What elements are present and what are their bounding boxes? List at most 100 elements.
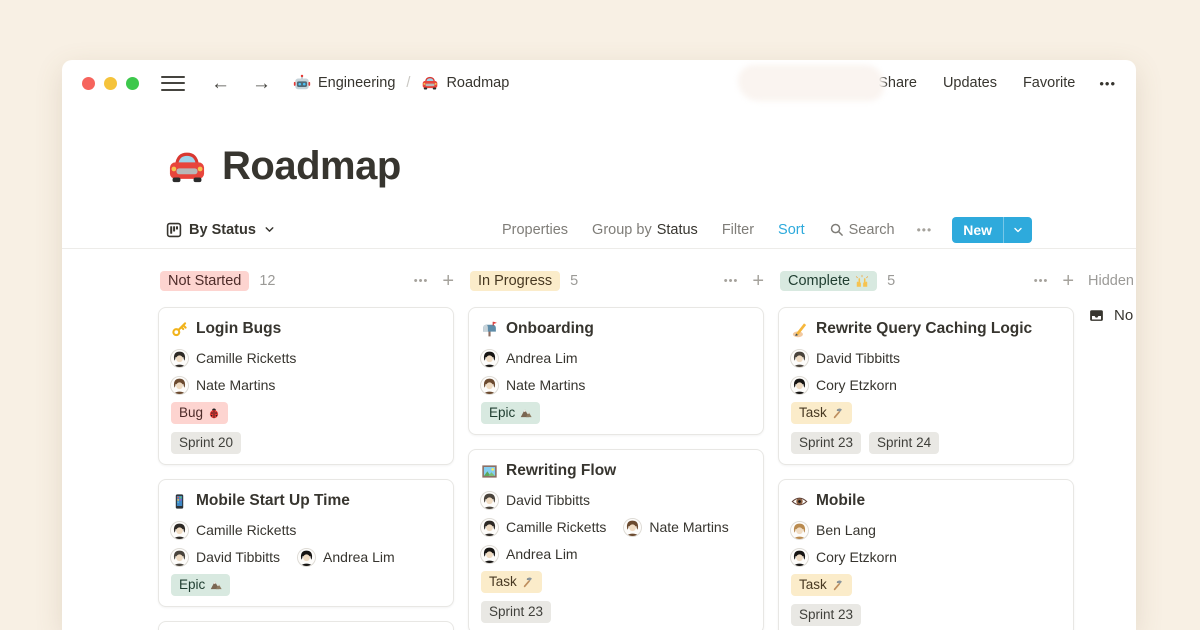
status-badge[interactable]: Complete bbox=[780, 271, 877, 291]
card-title: Mobile bbox=[816, 490, 865, 512]
card-mobile[interactable]: Mobile Ben Lang Cory Etzkorn Task Sprint… bbox=[778, 479, 1074, 630]
favorite-button[interactable]: Favorite bbox=[1023, 75, 1075, 91]
column-count: 12 bbox=[259, 273, 275, 289]
new-dropdown-button[interactable] bbox=[1004, 224, 1032, 236]
column-count: 5 bbox=[570, 273, 578, 289]
page-header: Roadmap bbox=[62, 106, 1136, 189]
breadcrumb-workspace[interactable]: Engineering bbox=[293, 74, 395, 92]
properties-button[interactable]: Properties bbox=[502, 222, 568, 238]
group-by-value: Status bbox=[657, 222, 698, 238]
status-badge[interactable]: In Progress bbox=[470, 271, 560, 291]
column-options-icon[interactable]: ••• bbox=[1034, 275, 1049, 287]
column-hidden: Hidden No bbox=[1088, 267, 1136, 324]
sidebar-menu-icon[interactable] bbox=[161, 76, 185, 91]
tag-bug: Bug bbox=[171, 402, 228, 424]
tag-task: Task bbox=[481, 571, 542, 593]
app-window: ← → Engineering / Roadmap Share Updates … bbox=[62, 60, 1136, 630]
kanban-board: Not Started 12 ••• + Login Bugs Camille … bbox=[62, 249, 1136, 630]
card-title: Onboarding bbox=[506, 318, 594, 340]
framed-picture-icon bbox=[481, 463, 498, 480]
search-icon bbox=[829, 222, 844, 237]
back-button[interactable]: ← bbox=[211, 74, 230, 93]
card-title: Rewrite Query Caching Logic bbox=[816, 318, 1032, 340]
window-controls bbox=[82, 77, 139, 90]
hidden-group-no-status[interactable]: No bbox=[1088, 307, 1136, 324]
person-name: Camille Ricketts bbox=[196, 521, 296, 539]
avatar bbox=[171, 522, 188, 539]
new-button[interactable]: New bbox=[952, 217, 1032, 243]
person-name: Camille Ricketts bbox=[196, 349, 296, 367]
avatar bbox=[481, 546, 498, 563]
breadcrumb-page[interactable]: Roadmap bbox=[421, 74, 509, 92]
column-complete: Complete 5 ••• + Rewrite Query Caching L… bbox=[778, 267, 1074, 630]
avatar bbox=[481, 377, 498, 394]
view-switcher[interactable]: By Status bbox=[166, 222, 276, 238]
avatar bbox=[624, 519, 641, 536]
card-error-codes[interactable]: Error Codes bbox=[158, 621, 454, 630]
hidden-columns-label[interactable]: Hidden bbox=[1088, 267, 1136, 295]
person-name: Cory Etzkorn bbox=[816, 376, 897, 394]
view-toolbar: By Status Properties Group by Status Fil… bbox=[62, 211, 1136, 249]
column-in-progress: In Progress 5 ••• + Onboarding Andrea Li… bbox=[468, 267, 764, 630]
updates-button[interactable]: Updates bbox=[943, 75, 997, 91]
board-view-icon bbox=[166, 222, 182, 238]
card-mobile-start-up-time[interactable]: Mobile Start Up Time Camille Ricketts Da… bbox=[158, 479, 454, 607]
person-name: Ben Lang bbox=[816, 521, 876, 539]
view-name: By Status bbox=[189, 222, 256, 238]
chevron-down-icon bbox=[263, 223, 276, 236]
status-badge[interactable]: Not Started bbox=[160, 271, 249, 291]
tag-epic: Epic bbox=[171, 574, 230, 596]
column-add-icon[interactable]: + bbox=[1062, 271, 1074, 291]
mailbox-icon bbox=[481, 321, 498, 338]
tag-sprint: Sprint 20 bbox=[171, 432, 241, 454]
minimize-button[interactable] bbox=[104, 77, 117, 90]
hidden-group-label: No bbox=[1114, 307, 1133, 324]
column-options-icon[interactable]: ••• bbox=[414, 275, 429, 287]
window-titlebar: ← → Engineering / Roadmap Share Updates … bbox=[62, 60, 1136, 106]
hammer-icon bbox=[522, 576, 534, 588]
more-options-icon[interactable]: ••• bbox=[1099, 76, 1116, 91]
close-button[interactable] bbox=[82, 77, 95, 90]
person-name: Nate Martins bbox=[649, 518, 728, 536]
column-count: 5 bbox=[887, 273, 895, 289]
card-title: Rewriting Flow bbox=[506, 460, 616, 482]
card-login-bugs[interactable]: Login Bugs Camille Ricketts Nate Martins… bbox=[158, 307, 454, 465]
card-rewrite-query-caching-logic[interactable]: Rewrite Query Caching Logic David Tibbit… bbox=[778, 307, 1074, 465]
sort-button[interactable]: Sort bbox=[778, 222, 805, 238]
column-add-icon[interactable]: + bbox=[752, 271, 764, 291]
tag-sprint: Sprint 23 bbox=[481, 601, 551, 623]
column-options-icon[interactable]: ••• bbox=[724, 275, 739, 287]
card-onboarding[interactable]: Onboarding Andrea Lim Nate Martins Epic bbox=[468, 307, 764, 435]
avatar bbox=[791, 350, 808, 367]
share-button[interactable]: Share bbox=[878, 75, 917, 91]
search-button[interactable]: Search bbox=[829, 222, 895, 238]
writing-hand-icon bbox=[791, 321, 808, 338]
ladybug-icon bbox=[208, 407, 220, 419]
key-icon bbox=[171, 321, 188, 338]
hammer-icon bbox=[832, 407, 844, 419]
breadcrumb-workspace-label: Engineering bbox=[318, 75, 395, 91]
view-more-icon[interactable]: ••• bbox=[917, 223, 933, 237]
person-name: David Tibbitts bbox=[506, 491, 590, 509]
filter-button[interactable]: Filter bbox=[722, 222, 754, 238]
card-rewriting-flow[interactable]: Rewriting Flow David Tibbitts Camille Ri… bbox=[468, 449, 764, 630]
car-icon bbox=[166, 146, 208, 188]
new-button-label: New bbox=[952, 217, 1003, 243]
breadcrumb-separator: / bbox=[406, 75, 410, 91]
tag-epic: Epic bbox=[481, 402, 540, 424]
column-header: Not Started 12 ••• + bbox=[158, 267, 454, 295]
person-name: Cory Etzkorn bbox=[816, 548, 897, 566]
forward-button[interactable]: → bbox=[252, 74, 271, 93]
mountain-icon bbox=[520, 407, 532, 419]
column-header: In Progress 5 ••• + bbox=[468, 267, 764, 295]
page-title: Roadmap bbox=[222, 144, 401, 189]
group-by-label: Group by bbox=[592, 222, 652, 238]
group-by-button[interactable]: Group by Status bbox=[592, 222, 698, 238]
avatar bbox=[791, 549, 808, 566]
raised-hands-icon bbox=[855, 274, 869, 288]
redacted-blur bbox=[738, 65, 884, 101]
zoom-button[interactable] bbox=[126, 77, 139, 90]
column-add-icon[interactable]: + bbox=[442, 271, 454, 291]
column-not-started: Not Started 12 ••• + Login Bugs Camille … bbox=[158, 267, 454, 630]
tag-task: Task bbox=[791, 402, 852, 424]
